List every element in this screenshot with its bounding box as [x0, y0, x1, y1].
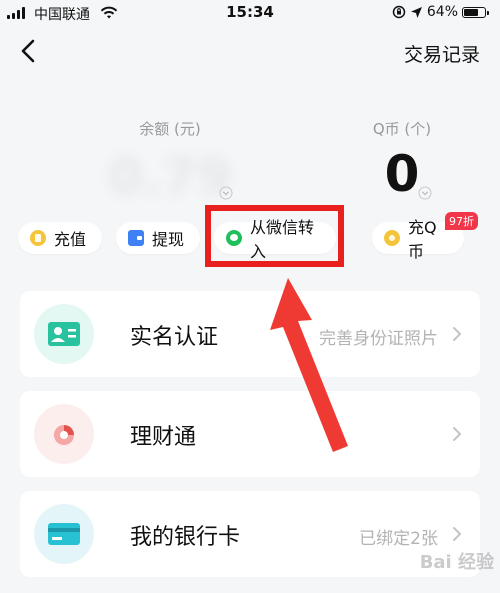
watermark-logo: Bai 经验	[419, 552, 494, 573]
annotation-arrow-icon	[270, 278, 348, 452]
